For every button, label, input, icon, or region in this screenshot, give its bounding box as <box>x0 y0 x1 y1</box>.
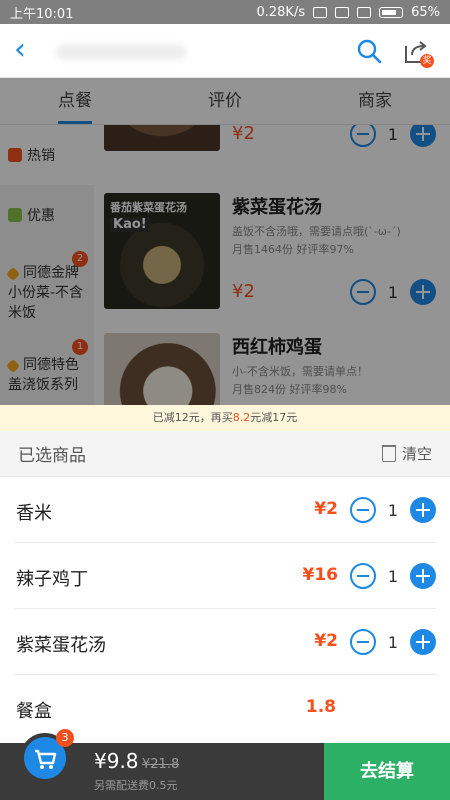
signal-icon <box>357 6 372 18</box>
status-bar: 上午10:01 0.28K/s 65% <box>0 0 450 24</box>
trash-icon <box>381 445 396 462</box>
cart-header: 已选商品 清空 <box>0 431 450 477</box>
alarm-icon <box>313 6 328 18</box>
cart-title: 已选商品 <box>18 446 86 466</box>
battery-level: 65% <box>411 4 440 20</box>
quantity-value: 1 <box>387 566 398 586</box>
cart-item: 辣子鸡丁 ¥16 1 <box>14 543 436 609</box>
search-icon[interactable] <box>356 38 382 64</box>
decrease-button[interactable] <box>349 629 376 655</box>
cart-item: 香米 ¥2 1 <box>14 477 436 543</box>
total-price: ¥9.8 <box>94 749 139 773</box>
cart-count-badge: 3 <box>56 729 74 747</box>
cart-item-name: 餐盒 <box>16 701 52 722</box>
nav-bar: ‹ 奖 <box>0 24 450 78</box>
increase-button[interactable] <box>410 563 436 589</box>
increase-button[interactable] <box>410 497 436 523</box>
cart-item-price: ¥2 <box>314 631 338 651</box>
decrease-button[interactable] <box>349 563 376 589</box>
cart-item-price: ¥2 <box>314 499 338 519</box>
cart-item-price: ¥16 <box>302 565 339 585</box>
modal-overlay[interactable] <box>0 78 450 405</box>
cart-item-name: 辣子鸡丁 <box>16 569 88 590</box>
promotion-banner: 已减12元，再买8.2元减17元 <box>0 405 450 431</box>
original-price: ¥21.8 <box>142 757 180 772</box>
network-speed: 0.28K/s <box>256 4 306 20</box>
quantity-value: 1 <box>387 500 398 520</box>
checkout-button[interactable]: 去结算 <box>324 743 450 800</box>
cart-item-name: 香米 <box>16 503 52 524</box>
decrease-button[interactable] <box>349 497 376 523</box>
cart-item-price: 1.8 <box>305 697 336 717</box>
quantity-value: 1 <box>387 632 398 652</box>
back-arrow-icon[interactable]: ‹ <box>14 35 40 66</box>
reward-badge: 奖 <box>420 54 434 68</box>
increase-button[interactable] <box>410 629 436 655</box>
store-title <box>56 44 186 60</box>
cart-sheet: 已选商品 清空 香米 ¥2 1 辣子鸡丁 ¥16 1 紫菜蛋花汤 ¥2 1 餐盒… <box>0 431 450 743</box>
battery-icon <box>379 6 404 18</box>
cart-item-name: 紫菜蛋花汤 <box>16 635 106 656</box>
checkout-bar: 3 ¥9.8 ¥21.8 另需配送费0.5元 去结算 <box>0 729 450 800</box>
status-time: 上午10:01 <box>10 6 74 22</box>
cart-item-packaging: 餐盒 1.8 <box>14 675 436 741</box>
share-button[interactable]: 奖 <box>402 38 434 68</box>
cart-item: 紫菜蛋花汤 ¥2 1 <box>14 609 436 675</box>
wifi-icon <box>335 6 350 18</box>
clear-cart-button[interactable]: 清空 <box>381 443 432 464</box>
delivery-fee: 另需配送费0.5元 <box>94 779 178 792</box>
cart-button[interactable]: 3 <box>20 729 74 783</box>
